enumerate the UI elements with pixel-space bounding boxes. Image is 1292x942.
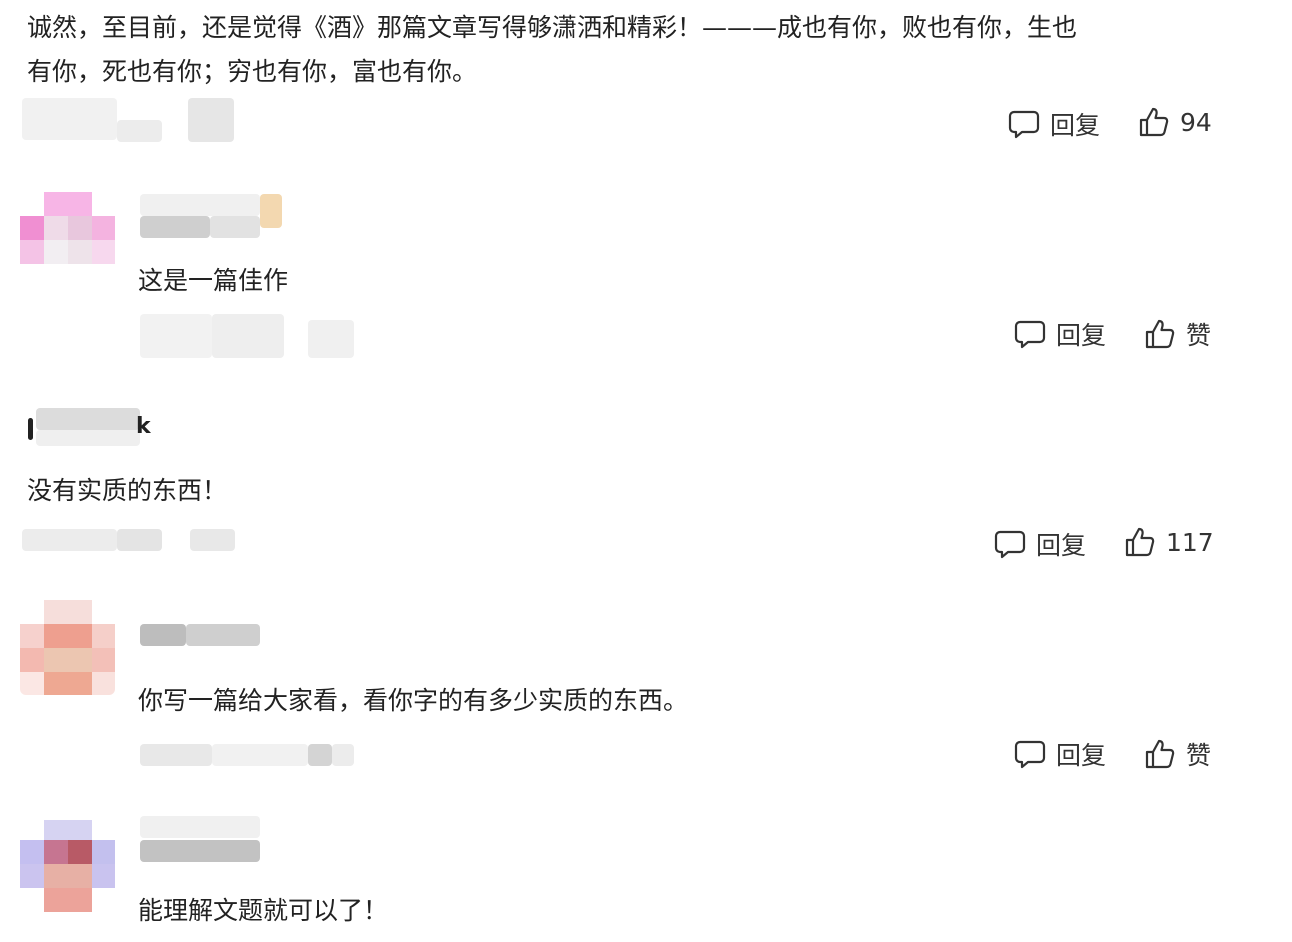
- comment-text-line1: 诚然，至目前，还是觉得《酒》那篇文章写得够潇洒和精彩！———成也有你，败也有你，…: [27, 13, 1078, 42]
- avatar[interactable]: [20, 192, 115, 287]
- reply-label: 回复: [1056, 741, 1107, 770]
- comment-text: 你写一篇给大家看，看你字的有多少实质的东西。: [138, 686, 689, 715]
- comment-bubble-icon: [1014, 740, 1046, 769]
- comment-bubble-icon: [994, 530, 1026, 559]
- comment-text-line2: 有你，死也有你；穷也有你，富也有你。: [27, 57, 478, 86]
- like-count: 94: [1180, 107, 1212, 137]
- like-button[interactable]: 赞: [1144, 736, 1211, 772]
- comment-text: 能理解文题就可以了！: [138, 896, 389, 925]
- thumbs-up-icon: [1139, 107, 1169, 137]
- thumbs-up-icon: [1145, 319, 1175, 349]
- comment-bubble-icon: [1014, 320, 1046, 349]
- reply-label: 回复: [1056, 321, 1107, 350]
- avatar[interactable]: [20, 600, 115, 695]
- comment-text: 没有实质的东西！: [27, 476, 228, 505]
- reply-button[interactable]: 回复: [1014, 736, 1106, 772]
- reply-label: 回复: [1036, 531, 1087, 560]
- reply-button[interactable]: 回复: [1008, 106, 1100, 142]
- like-label: 赞: [1186, 741, 1212, 770]
- like-label: 赞: [1186, 321, 1212, 350]
- reply-button[interactable]: 回复: [1014, 316, 1106, 352]
- reply-label: 回复: [1050, 111, 1101, 140]
- like-button[interactable]: 117: [1124, 526, 1214, 558]
- reply-button[interactable]: 回复: [994, 526, 1086, 562]
- like-button[interactable]: 94: [1138, 106, 1212, 138]
- username-suffix: k: [136, 414, 151, 439]
- like-count: 117: [1166, 527, 1214, 557]
- thumbs-up-icon: [1145, 739, 1175, 769]
- thumbs-up-icon: [1125, 527, 1155, 557]
- comment-bubble-icon: [1008, 110, 1040, 139]
- comment-text: 这是一篇佳作: [138, 266, 289, 295]
- like-button[interactable]: 赞: [1144, 316, 1211, 352]
- avatar[interactable]: [20, 820, 115, 915]
